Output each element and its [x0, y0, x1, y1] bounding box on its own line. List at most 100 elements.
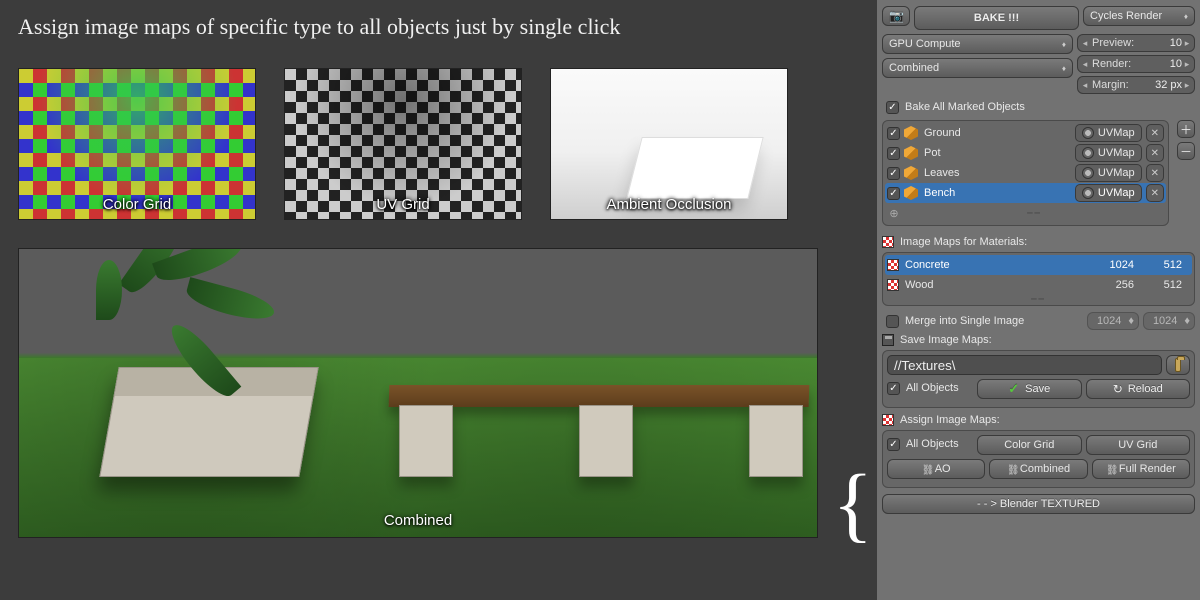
- thumbnail-row: Color Grid UV Grid Ambient Occlusion: [18, 68, 859, 220]
- bench-leg: [749, 405, 803, 477]
- materials-header: Image Maps for Materials:: [882, 236, 1195, 248]
- uv-map-select[interactable]: UVMap: [1075, 164, 1142, 182]
- save-group: All Objects ✓ Save Reload: [882, 350, 1195, 408]
- assign-uv-grid-button[interactable]: UV Grid: [1086, 435, 1191, 455]
- close-icon: ✕: [1151, 188, 1159, 199]
- preview-samples-field[interactable]: ◂ Preview: 10 ▸: [1077, 34, 1195, 52]
- material-height: 512: [1146, 259, 1190, 271]
- promo-area: Assign image maps of specific type to al…: [0, 0, 877, 600]
- browse-button[interactable]: [1166, 355, 1190, 375]
- save-all-objects-checkbox[interactable]: [887, 382, 900, 395]
- thumb-label: Color Grid: [19, 196, 255, 213]
- clear-uv-button[interactable]: ✕: [1146, 124, 1164, 142]
- blender-textured-button[interactable]: - - > Blender TEXTURED: [882, 494, 1195, 514]
- increment-icon[interactable]: ▸: [1184, 59, 1190, 70]
- render-samples-field[interactable]: ◂ Render: 10 ▸: [1077, 55, 1195, 73]
- bench-leg: [579, 405, 633, 477]
- big-render-label: Combined: [19, 512, 817, 529]
- merge-label: Merge into Single Image: [905, 315, 1024, 327]
- thumb-label: Ambient Occlusion: [551, 196, 787, 213]
- material-row[interactable]: Wood 256 512: [885, 275, 1192, 295]
- combined-render: Combined: [18, 248, 818, 538]
- thumb-color-grid: Color Grid: [18, 68, 256, 220]
- material-height: 512: [1146, 279, 1190, 291]
- object-enable-checkbox[interactable]: [887, 187, 900, 200]
- render-engine-select[interactable]: Cycles Render ♦: [1083, 6, 1195, 26]
- dropdown-icon: ♦: [1128, 315, 1134, 327]
- remove-button[interactable]: －: [1177, 142, 1195, 160]
- clear-uv-button[interactable]: ✕: [1146, 144, 1164, 162]
- add-object-row[interactable]: ⊕━━: [885, 203, 1166, 223]
- bench-leg: [399, 405, 453, 477]
- material-name: Wood: [903, 279, 1094, 291]
- save-path-input[interactable]: [887, 355, 1162, 375]
- reload-button[interactable]: Reload: [1086, 379, 1191, 399]
- merge-height-field[interactable]: 1024♦: [1143, 312, 1195, 330]
- assign-color-grid-button[interactable]: Color Grid: [977, 435, 1082, 455]
- object-row[interactable]: Leaves UVMap ✕: [885, 163, 1166, 183]
- assign-ao-button[interactable]: AO: [887, 459, 985, 479]
- uv-map-select[interactable]: UVMap: [1075, 144, 1142, 162]
- bake-button[interactable]: BAKE !!!: [914, 6, 1079, 30]
- assign-all-objects-checkbox[interactable]: [887, 438, 900, 451]
- clear-uv-button[interactable]: ✕: [1146, 184, 1164, 202]
- bake-pass-select[interactable]: Combined♦: [882, 58, 1073, 78]
- uv-map-name: UVMap: [1098, 147, 1135, 159]
- assign-combined-button[interactable]: Combined: [989, 459, 1087, 479]
- folder-icon: [1175, 358, 1181, 372]
- save-button[interactable]: ✓ Save: [977, 379, 1082, 399]
- object-list: GroundUVMap✕PotUVMap✕LeavesUVMap✕BenchUV…: [882, 120, 1169, 226]
- object-name: Leaves: [922, 167, 1071, 179]
- checker-icon: [887, 279, 899, 291]
- link-icon: [1007, 464, 1017, 474]
- camera-icon: 📷: [889, 9, 903, 23]
- material-row[interactable]: Concrete1024512: [885, 255, 1192, 275]
- clear-uv-button[interactable]: ✕: [1146, 164, 1164, 182]
- uv-icon: [1082, 187, 1094, 199]
- merge-width-field[interactable]: 1024♦: [1087, 312, 1139, 330]
- close-icon: ✕: [1151, 168, 1159, 179]
- object-row[interactable]: Bench UVMap ✕: [885, 183, 1166, 203]
- dropdown-icon: ♦: [1184, 315, 1190, 327]
- object-enable-checkbox[interactable]: [887, 147, 900, 160]
- increment-icon[interactable]: ▸: [1184, 80, 1190, 91]
- thumb-uv-grid: UV Grid: [284, 68, 522, 220]
- save-header: Save Image Maps:: [882, 334, 1195, 346]
- uv-icon: [1082, 147, 1094, 159]
- thumb-label: UV Grid: [285, 196, 521, 213]
- checkmark-icon: ✓: [1008, 381, 1019, 397]
- material-width: 256: [1098, 279, 1142, 291]
- object-name: Bench: [922, 187, 1071, 199]
- assign-full-render-button[interactable]: Full Render: [1092, 459, 1190, 479]
- object-row[interactable]: PotUVMap✕: [885, 143, 1166, 163]
- snapshot-icon-button[interactable]: 📷: [882, 6, 910, 26]
- object-enable-checkbox[interactable]: [887, 127, 900, 140]
- mesh-icon: [904, 186, 918, 200]
- bake-all-label: Bake All Marked Objects: [905, 101, 1025, 113]
- merge-checkbox[interactable]: [886, 315, 899, 328]
- checker-icon: [887, 259, 899, 271]
- increment-icon[interactable]: ▸: [1184, 38, 1190, 49]
- object-row[interactable]: GroundUVMap✕: [885, 123, 1166, 143]
- margin-field[interactable]: ◂ Margin: 32 px ▸: [1077, 76, 1195, 94]
- uv-map-select[interactable]: UVMap: [1075, 184, 1142, 202]
- plant-leaves: [129, 267, 329, 377]
- uv-map-select[interactable]: UVMap: [1075, 124, 1142, 142]
- all-objects-label: All Objects: [906, 438, 959, 450]
- add-button[interactable]: ＋: [1177, 120, 1195, 138]
- close-icon: ✕: [1151, 128, 1159, 139]
- close-icon: ✕: [1151, 148, 1159, 159]
- uv-map-name: UVMap: [1098, 167, 1135, 179]
- compute-device-select[interactable]: GPU Compute♦: [882, 34, 1073, 54]
- bench-top: [389, 385, 810, 407]
- dropdown-icon: ♦: [1062, 40, 1066, 49]
- bake-all-checkbox[interactable]: [886, 101, 899, 114]
- all-objects-label: All Objects: [906, 382, 959, 394]
- render-engine-value: Cycles Render: [1090, 10, 1162, 22]
- bake-all-checkbox-row: Bake All Marked Objects: [886, 98, 1195, 116]
- object-enable-checkbox[interactable]: [887, 167, 900, 180]
- dropdown-icon: ♦: [1062, 64, 1066, 73]
- uv-map-name: UVMap: [1098, 127, 1135, 139]
- resize-grip[interactable]: ━━: [885, 295, 1192, 303]
- mesh-icon: [904, 126, 918, 140]
